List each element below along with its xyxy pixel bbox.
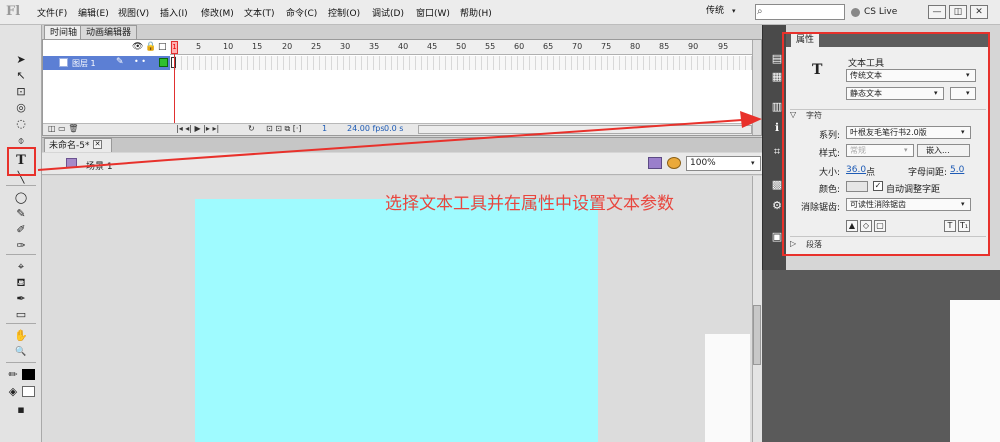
- annotation-text: 选择文本工具并在属性中设置文本参数: [385, 194, 674, 214]
- arrow-stem: [167, 119, 743, 161]
- annotation-arrows: [37, 111, 762, 171]
- arrow-head: [740, 111, 762, 128]
- arrow-stem: [37, 159, 169, 171]
